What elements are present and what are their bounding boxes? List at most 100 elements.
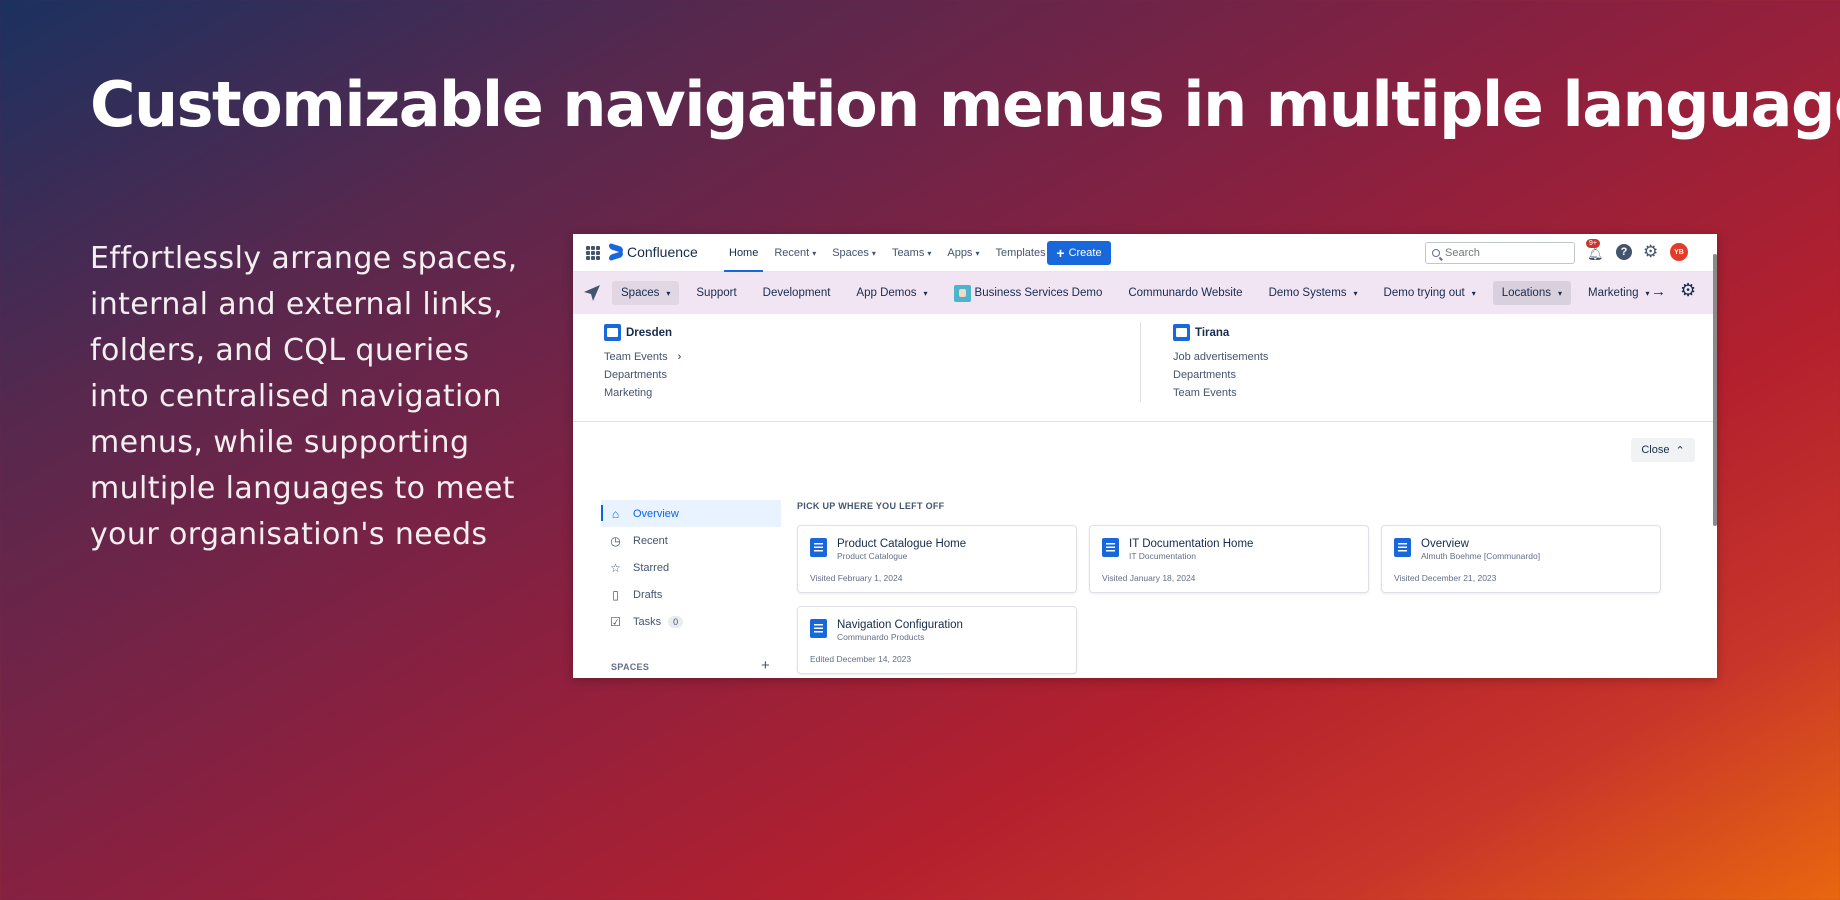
document-icon [1394,538,1411,557]
location-link-label: Departments [1173,369,1236,381]
menu-item-label: Support [696,287,737,299]
recent-page-card[interactable]: Navigation Configuration Communardo Prod… [797,606,1077,674]
scrollbar[interactable] [1713,254,1717,526]
menu-item-marketing[interactable]: Marketing ▾ [1579,281,1659,305]
page-icon: ▯ [612,587,619,602]
recent-page-card[interactable]: Overview Almuth Boehme [Communardo] Visi… [1381,525,1661,593]
location-title-label: Tirana [1195,326,1230,339]
location-link-label: Team Events [1173,387,1237,399]
help-icon[interactable]: ? [1616,244,1632,260]
confluence-logo-icon [609,245,623,259]
space-icon [1173,324,1190,341]
location-title-label: Dresden [626,326,673,339]
app-switcher-icon[interactable] [586,246,600,260]
location-column-tirana: Tirana Job advertisements Departments Te… [1173,324,1268,402]
menu-settings-icon[interactable]: ⚙ [1680,280,1696,301]
search-input[interactable] [1445,247,1555,259]
menu-item-development[interactable]: Development [754,281,840,305]
location-link[interactable]: Team Events › [604,348,681,366]
column-divider [1140,322,1141,402]
nav-recent[interactable]: Recent ▾ [766,234,824,272]
nav-home[interactable]: Home [721,234,766,272]
menu-item-label: Development [762,287,831,299]
chevron-down-icon: ▾ [923,288,928,298]
menu-item-label: Business Services Demo [974,287,1103,299]
nav-apps[interactable]: Apps ▾ [939,234,987,272]
location-link-label: Team Events [604,351,668,363]
spaces-section-header: SPACES [611,662,650,672]
sidebar-item-overview[interactable]: ⌂ Overview [601,500,781,527]
sidebar-item-label: Recent [633,534,668,547]
chevron-double-up-icon: ⌃ [1675,444,1685,457]
card-title[interactable]: Product Catalogue Home [837,538,966,550]
card-title[interactable]: IT Documentation Home [1129,538,1253,550]
card-meta: Visited January 18, 2024 [1102,573,1196,583]
create-button[interactable]: + Create [1047,241,1111,265]
close-button[interactable]: Close ⌃ [1631,438,1695,462]
settings-icon[interactable]: ⚙ [1643,242,1658,262]
card-title[interactable]: Overview [1421,538,1469,550]
confluence-logo[interactable]: Confluence [609,244,698,260]
nav-templates[interactable]: Templates [987,234,1053,272]
home-icon: ⌂ [611,506,620,521]
search-box[interactable] [1425,242,1575,264]
menu-item-demo-systems[interactable]: Demo Systems ▾ [1260,281,1367,305]
menu-item-support[interactable]: Support [687,281,745,305]
add-space-icon[interactable]: + [761,657,770,674]
arrow-right-icon[interactable]: → [1651,283,1666,300]
chevron-down-icon: ▾ [871,248,876,258]
location-link[interactable]: Job advertisements [1173,348,1268,366]
card-subtitle: Almuth Boehme [Communardo] [1421,551,1541,561]
menu-item-label: Demo Systems [1268,287,1347,299]
location-link[interactable]: Team Events [1173,384,1268,402]
sidebar-item-label: Overview [633,507,679,520]
card-title[interactable]: Navigation Configuration [837,619,963,631]
location-title[interactable]: Tirana [1173,324,1268,341]
sidebar-item-label: Tasks [633,615,662,628]
location-title[interactable]: Dresden [604,324,681,341]
recent-page-card[interactable]: IT Documentation Home IT Documentation V… [1089,525,1369,593]
location-link[interactable]: Marketing [604,384,681,402]
document-icon [1102,538,1119,557]
nav-spaces-label: Spaces [832,247,869,259]
location-link-label: Departments [604,369,667,381]
menu-item-label: Locations [1501,287,1551,299]
bell-icon[interactable]: 🔔︎ [1587,246,1604,262]
location-link[interactable]: Departments [1173,366,1268,384]
menu-item-label: Communardo Website [1128,287,1243,299]
nav-teams[interactable]: Teams ▾ [884,234,939,272]
card-subtitle: IT Documentation [1129,551,1196,561]
menu-item-demo-trying-out[interactable]: Demo trying out ▾ [1375,281,1485,305]
menu-item-communardo-website[interactable]: Communardo Website [1119,281,1251,305]
document-icon [810,619,827,638]
create-label: Create [1068,247,1102,259]
clock-icon: ◷ [610,533,621,548]
menu-items: Spaces ▾ Support Development App Demos ▾ B… [612,272,1667,314]
card-meta: Visited February 1, 2024 [810,573,903,583]
sidebar-item-tasks[interactable]: ☑ Tasks 0 [601,608,781,635]
location-link[interactable]: Departments [604,366,681,384]
chevron-right-icon[interactable]: › [678,348,682,366]
sidebar-item-recent[interactable]: ◷ Recent [601,527,781,554]
location-link-label: Job advertisements [1173,351,1269,363]
recent-page-card[interactable]: Product Catalogue Home Product Catalogue… [797,525,1077,593]
product-name: Confluence [627,244,698,260]
chevron-down-icon: ▾ [1557,288,1562,298]
avatar[interactable]: YB [1670,243,1688,261]
menu-item-business-services-demo[interactable]: Business Services Demo [945,281,1112,305]
sidebar-item-starred[interactable]: ☆ Starred [601,554,781,581]
chevron-down-icon: ▾ [1645,288,1650,298]
chevron-down-icon: ▾ [927,248,932,258]
nav-home-label: Home [729,247,759,259]
menu-item-locations[interactable]: Locations ▾ [1492,281,1571,305]
chevron-down-icon: ▾ [666,288,671,298]
menu-item-spaces[interactable]: Spaces ▾ [612,281,680,305]
nav-apps-label: Apps [947,247,973,259]
navigation-arrow-icon[interactable] [583,284,601,302]
close-label: Close [1641,444,1670,456]
menu-item-app-demos[interactable]: App Demos ▾ [847,281,936,305]
tasks-count-badge: 0 [668,615,684,628]
menu-item-label: Marketing [1588,287,1639,299]
nav-spaces[interactable]: Spaces ▾ [824,234,884,272]
sidebar-item-drafts[interactable]: ▯ Drafts [601,581,781,608]
